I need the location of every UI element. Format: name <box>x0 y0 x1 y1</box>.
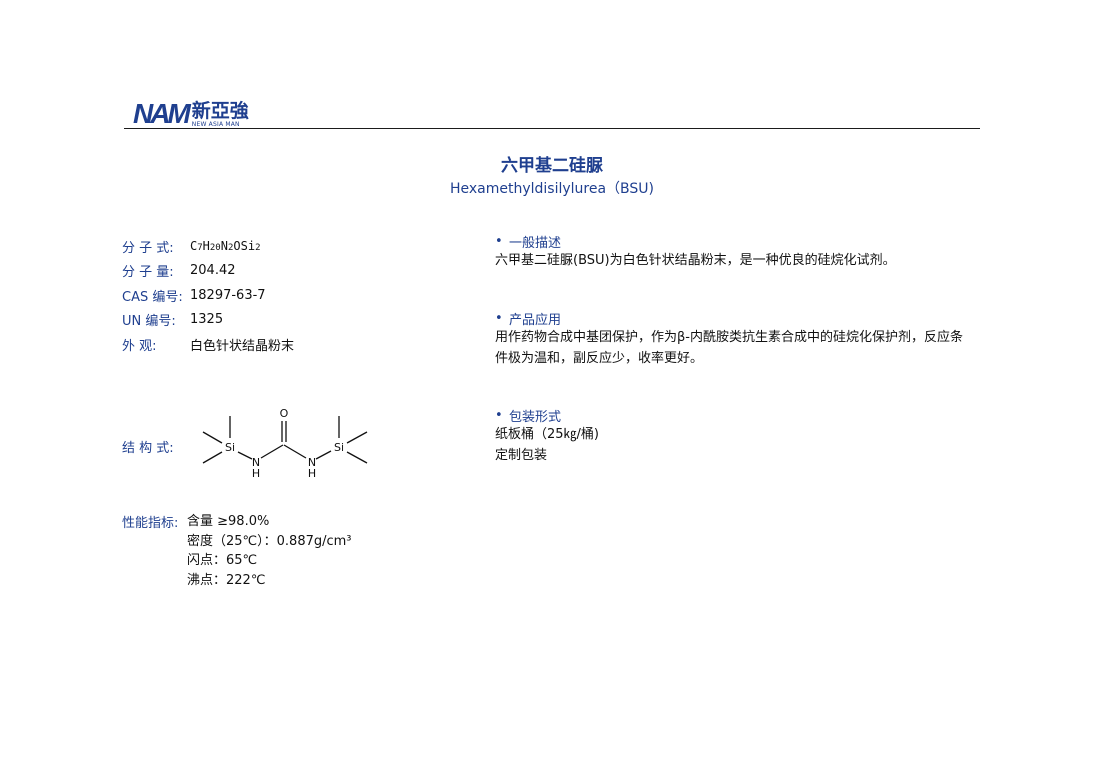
section-line: 六甲基二硅脲(BSU)为白色针状结晶粉末，是一种优良的硅烷化试剂。 <box>495 253 896 268</box>
property-row: CAS 编号: 18297-63-7 <box>122 283 294 308</box>
section-heading-text: 包装形式 <box>509 409 562 425</box>
logo-name-en: NEW ASIA MAN <box>191 121 240 128</box>
bullet-icon: • <box>495 407 503 423</box>
property-value: 204.42 <box>190 263 236 279</box>
section-line: 用作药物合成中基团保护，作为β-内酰胺类抗生素合成中的硅烷化保护剂，反应条 <box>495 330 963 345</box>
section-heading: • 包装形式 <box>495 405 980 425</box>
section-line: 定制包装 <box>495 447 548 463</box>
atom-o: O <box>280 407 289 420</box>
logo-text: 新亞強 NEW ASIA MAN <box>192 101 249 128</box>
section-heading: • 一般描述 <box>495 231 980 251</box>
atom-h-left: H <box>252 467 260 480</box>
specs-label: 性能指标: <box>122 516 179 531</box>
property-row: UN 编号: 1325 <box>122 308 294 333</box>
bullet-icon: • <box>495 233 503 249</box>
bonds <box>202 416 368 464</box>
product-title-cn: 六甲基二硅脲 <box>501 156 603 176</box>
atom-h-right: H <box>308 467 316 480</box>
section-packaging: • 包装形式 纸板桶（25㎏/桶) 定制包装 <box>495 405 980 466</box>
section-general-description: • 一般描述 六甲基二硅脲(BSU)为白色针状结晶粉末，是一种优良的硅烷化试剂。 <box>495 231 980 272</box>
spec-item: 含量 ≥98.0% <box>187 514 270 529</box>
header-divider <box>124 128 980 129</box>
atom-si-left: Si <box>225 441 235 454</box>
property-label: 分 子 式: <box>122 240 174 256</box>
property-label: 分 子 量: <box>122 265 174 281</box>
spec-item: 沸点：222℃ <box>187 572 266 588</box>
product-title-en: Hexamethyldisilylurea（BSU) <box>449 181 655 197</box>
section-heading-text: 产品应用 <box>509 312 562 328</box>
property-row: 外 观: 白色针状结晶粉末 <box>122 332 294 357</box>
section-applications: • 产品应用 用作药物合成中基团保护，作为β-内酰胺类抗生素合成中的硅烷化保护剂… <box>495 308 980 369</box>
structure-label: 结 构 式: <box>122 441 174 456</box>
section-body: 用作药物合成中基团保护，作为β-内酰胺类抗生素合成中的硅烷化保护剂，反应条 件极… <box>495 328 980 369</box>
property-value: 1325 <box>190 312 224 328</box>
bullet-icon: • <box>495 310 503 326</box>
molecular-formula: C7H20N2OSi2 <box>190 239 261 254</box>
property-row: 分 子 量: 204.42 <box>122 259 294 284</box>
section-heading: • 产品应用 <box>495 308 980 328</box>
specs-list: 含量 ≥98.0% 密度（25℃）：0.887g/cm³ 闪点：65℃ 沸点：2… <box>187 512 352 590</box>
logo-name-cn: 新亞強 <box>191 100 249 122</box>
logo-mark: NAM <box>133 98 191 129</box>
section-heading-text: 一般描述 <box>509 235 562 251</box>
property-label: CAS 编号: <box>122 289 183 305</box>
atom-si-right: Si <box>334 441 344 454</box>
property-value: 白色针状结晶粉末 <box>190 338 295 354</box>
company-logo: NAM 新亞強 NEW ASIA MAN <box>133 98 249 129</box>
section-body: 六甲基二硅脲(BSU)为白色针状结晶粉末，是一种优良的硅烷化试剂。 <box>495 251 980 272</box>
properties-list: 分 子 式: C7H20N2OSi2 分 子 量: 204.42 CAS 编号:… <box>122 234 294 357</box>
property-label: UN 编号: <box>122 314 176 330</box>
section-line: 件极为温和，副反应少，收率更好。 <box>495 350 704 366</box>
property-row: 分 子 式: C7H20N2OSi2 <box>122 234 294 259</box>
spec-item: 密度（25℃）：0.887g/cm³ <box>187 533 352 549</box>
property-value: 18297-63-7 <box>190 287 266 303</box>
section-line: 纸板桶（25㎏/桶) <box>495 427 599 442</box>
section-body: 纸板桶（25㎏/桶) 定制包装 <box>495 425 980 466</box>
spec-item: 闪点：65℃ <box>187 553 258 568</box>
property-label: 外 观: <box>122 338 157 354</box>
structure-diagram: Si N H O N H Si <box>202 407 368 480</box>
